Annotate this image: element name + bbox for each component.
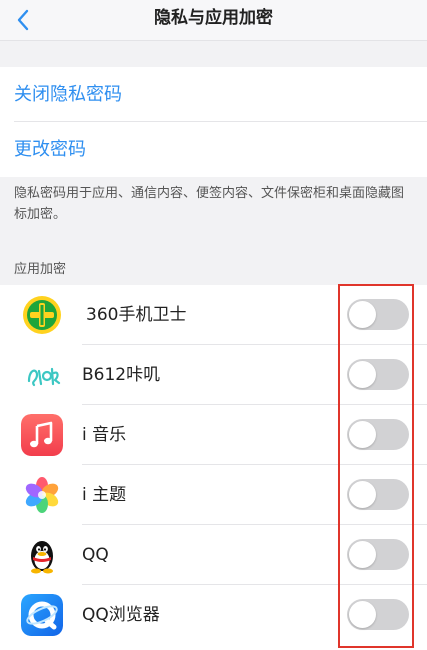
qq-browser-icon — [21, 594, 63, 636]
list-item: i 主题 — [0, 465, 427, 525]
app-name: QQ浏览器 — [82, 605, 160, 625]
app-lock-list: 360手机卫士 B612咔叽 i 音乐 i 主题 QQ QQ浏览器 — [0, 285, 427, 650]
b612-icon — [21, 354, 63, 396]
list-item: 360手机卫士 — [0, 285, 427, 345]
toggle-knob — [349, 301, 376, 328]
list-item: QQ浏览器 — [0, 585, 427, 645]
app-name: i 主题 — [82, 485, 127, 505]
app-lock-toggle[interactable] — [347, 299, 409, 330]
app-name: i 音乐 — [82, 425, 127, 445]
toggle-knob — [349, 421, 376, 448]
page-title: 隐私与应用加密 — [154, 8, 273, 28]
360-security-icon — [21, 294, 63, 336]
privacy-password-card: 关闭隐私密码 更改密码 — [0, 67, 427, 177]
theme-flower-icon — [21, 474, 63, 516]
app-name: B612咔叽 — [82, 365, 161, 385]
app-name: QQ — [82, 545, 109, 565]
list-item: QQ — [0, 525, 427, 585]
close-privacy-password-button[interactable]: 关闭隐私密码 — [0, 67, 427, 122]
toggle-knob — [349, 601, 376, 628]
change-password-button[interactable]: 更改密码 — [0, 122, 427, 177]
toggle-knob — [349, 541, 376, 568]
toggle-knob — [349, 481, 376, 508]
toggle-knob — [349, 361, 376, 388]
app-lock-toggle[interactable] — [347, 539, 409, 570]
app-lock-toggle[interactable] — [347, 359, 409, 390]
app-lock-toggle[interactable] — [347, 419, 409, 450]
app-lock-toggle[interactable] — [347, 479, 409, 510]
navigation-bar: 隐私与应用加密 — [0, 0, 427, 41]
list-item: i 音乐 — [0, 405, 427, 465]
app-lock-toggle[interactable] — [347, 599, 409, 630]
app-name: 360手机卫士 — [86, 305, 187, 325]
music-note-icon — [21, 414, 63, 456]
list-item: B612咔叽 — [0, 345, 427, 405]
privacy-description: 隐私密码用于应用、通信内容、便签内容、文件保密柜和桌面隐藏图标加密。 — [14, 186, 405, 222]
app-lock-section-title: 应用加密 — [14, 262, 67, 277]
qq-penguin-icon — [21, 534, 63, 576]
